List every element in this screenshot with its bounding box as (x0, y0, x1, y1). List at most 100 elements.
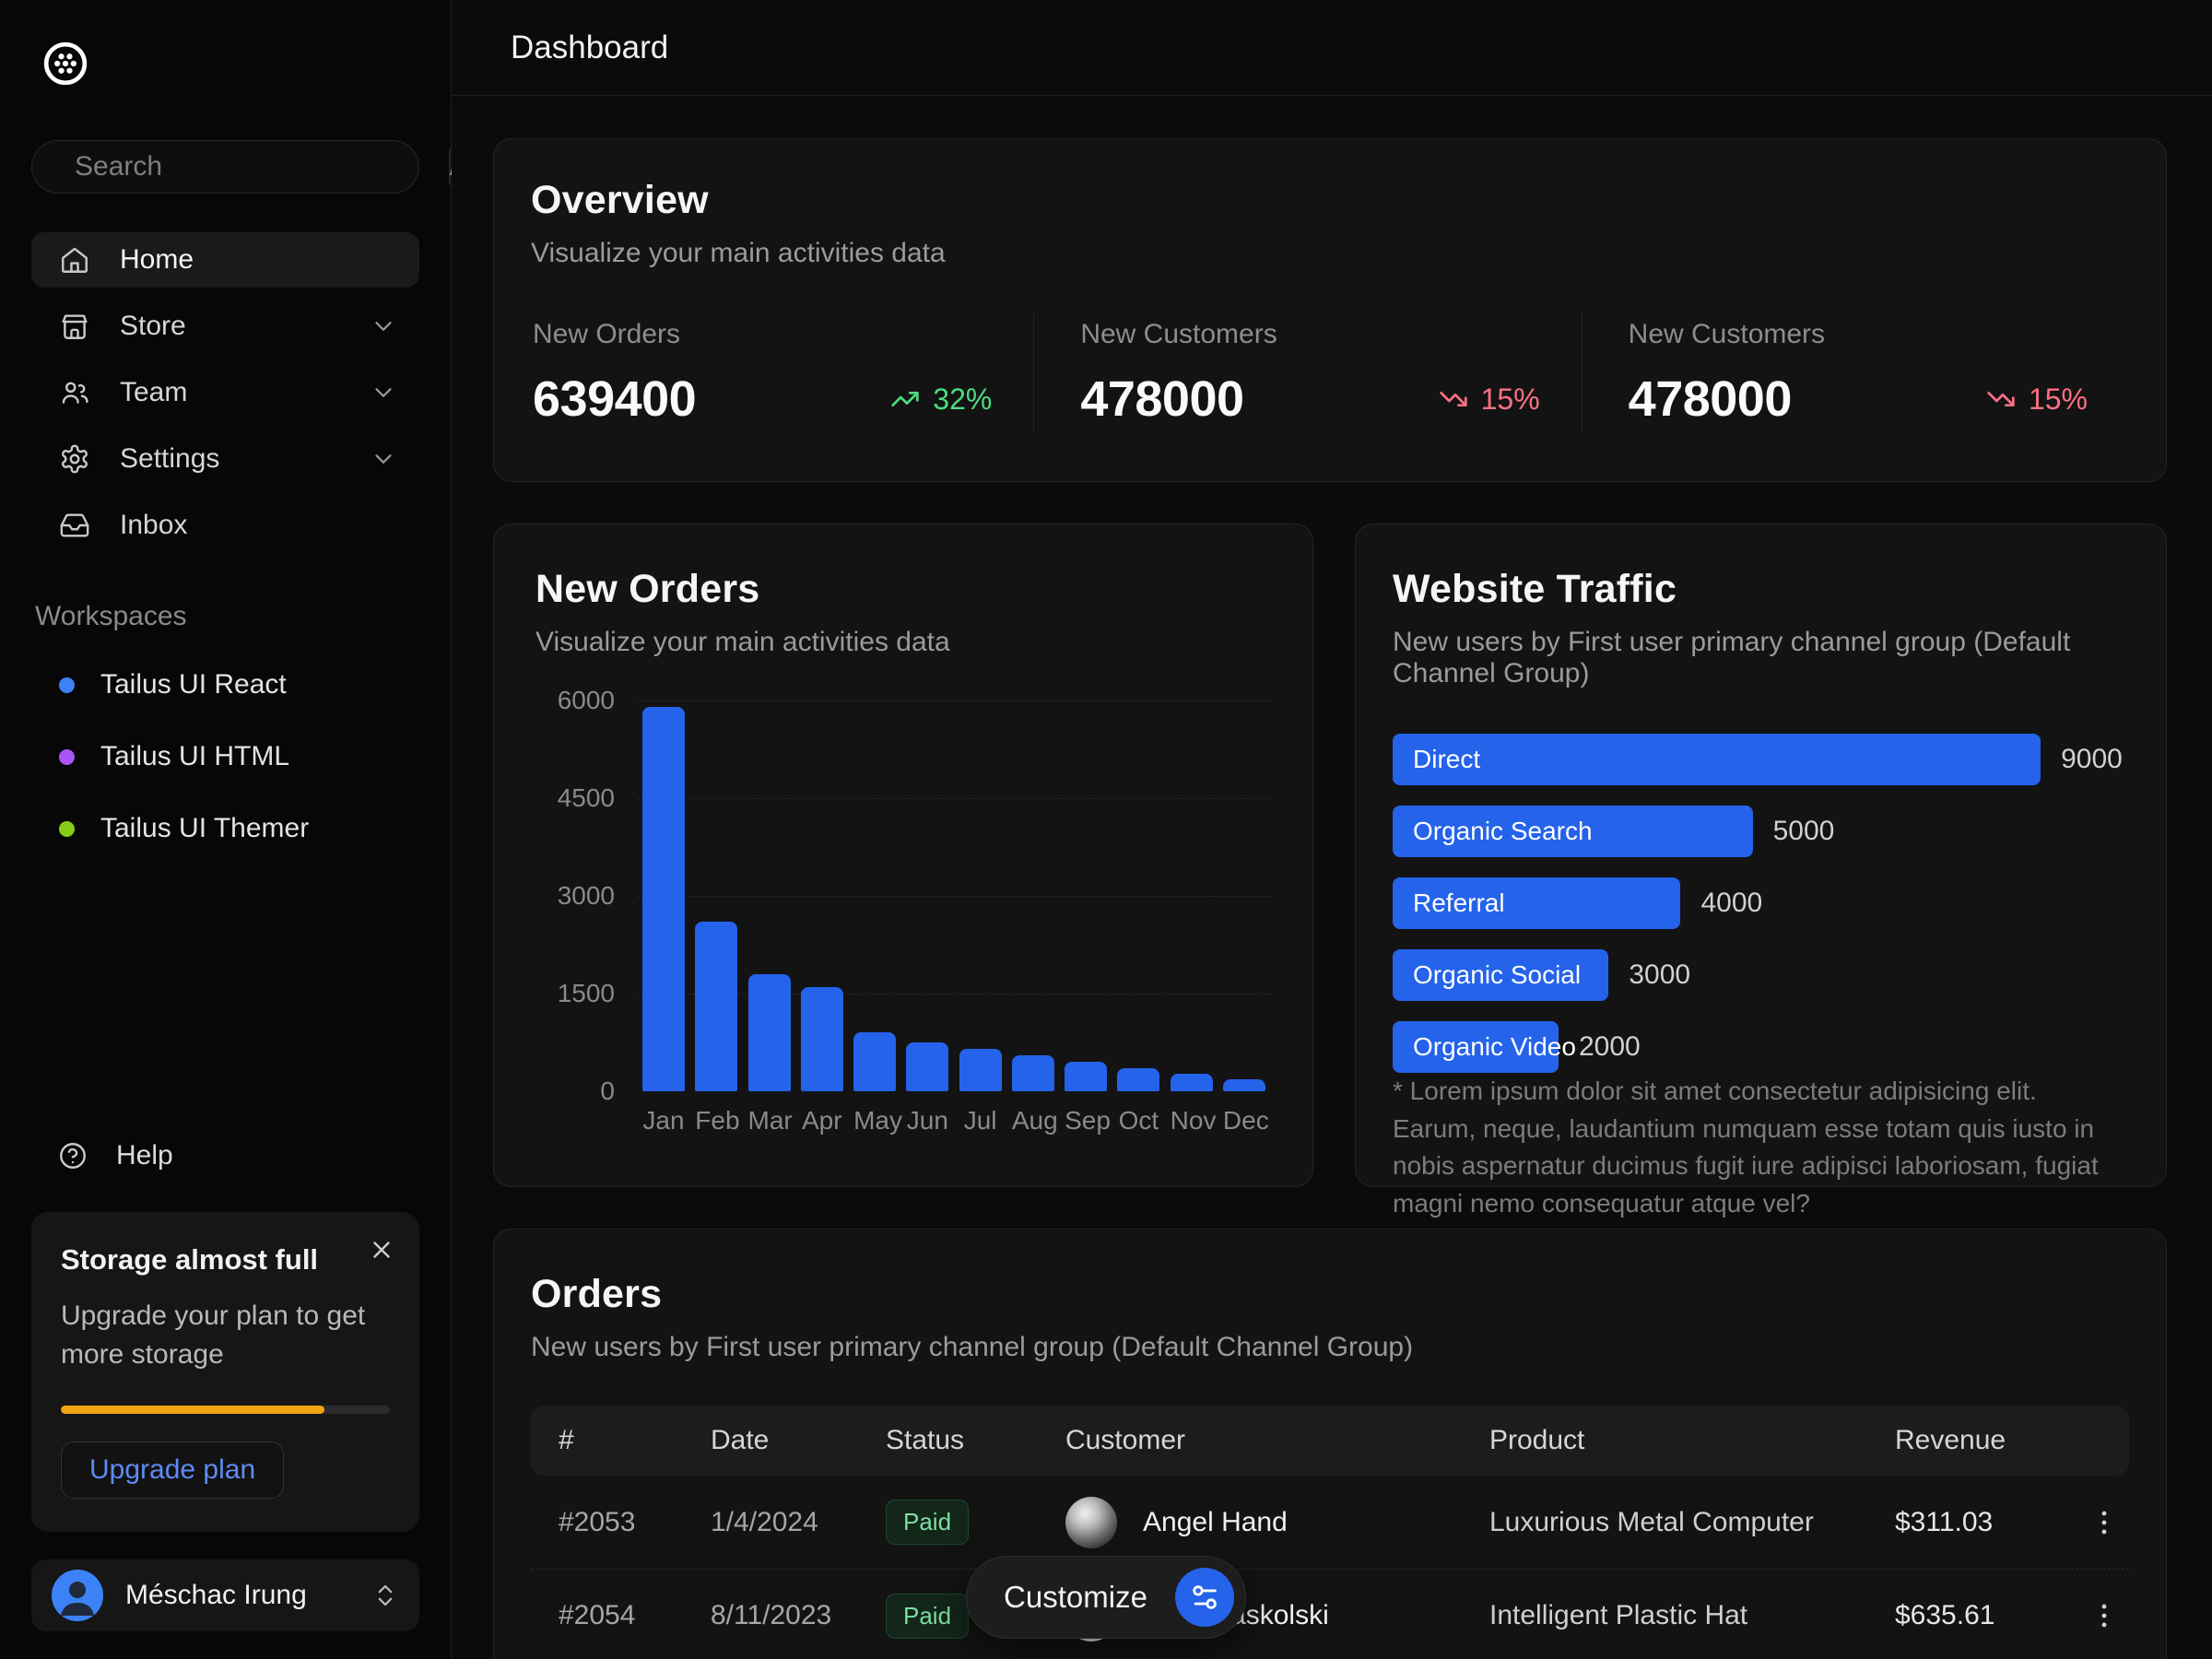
help-link[interactable]: Help (31, 1140, 419, 1171)
sliders-icon (1175, 1568, 1234, 1627)
upgrade-plan-button[interactable]: Upgrade plan (61, 1441, 284, 1499)
table-header: # Date Status Customer Product Revenue (531, 1406, 2129, 1476)
workspace-item-tailus-ui-html[interactable]: Tailus UI HTML (31, 741, 419, 772)
chart-title: New Orders (535, 567, 1271, 612)
workspace-color-dot (59, 821, 75, 837)
sidebar-item-label: Store (120, 311, 186, 342)
y-tick-label: 3000 (558, 881, 615, 911)
sidebar-item-label: Team (120, 377, 187, 408)
bar-organic-video: Organic Video (1393, 1021, 1559, 1073)
stat-delta-down: 15% (1986, 382, 2088, 417)
stat-new-customers-2: New Customers 478000 15% (1582, 313, 2129, 433)
orders-title: Orders (531, 1272, 2129, 1317)
bar-oct (1117, 1068, 1159, 1091)
sidebar-item-store[interactable]: Store (31, 299, 419, 354)
workspace-color-dot (59, 749, 75, 765)
user-menu[interactable]: Méschac Irung (31, 1559, 419, 1631)
sidebar-item-label: Settings (120, 443, 219, 475)
chevron-down-icon (370, 445, 397, 473)
traffic-row: Organic Video2000 (1393, 1021, 2129, 1073)
chart-footnote: * Lorem ipsum dolor sit amet consectetur… (1393, 1073, 2129, 1222)
sidebar-item-inbox[interactable]: Inbox (31, 498, 419, 553)
customer-name: Angel Hand (1143, 1507, 1288, 1538)
storage-progress-track (61, 1406, 390, 1414)
table-row[interactable]: #2053 1/4/2024 Paid Angel Hand Luxurious… (531, 1476, 2129, 1569)
traffic-row: Organic Social 3000 (1393, 949, 2129, 1001)
inbox-icon (59, 510, 90, 541)
x-tick-label: Nov (1171, 1106, 1213, 1135)
workspace-item-tailus-ui-themer[interactable]: Tailus UI Themer (31, 813, 419, 844)
order-date: 1/4/2024 (711, 1507, 886, 1538)
search-box[interactable]: / (31, 140, 419, 194)
x-tick-label: Jun (906, 1106, 948, 1135)
bar-value-label: 3000 (1629, 959, 1690, 991)
avatar (52, 1570, 103, 1621)
bar-may (853, 1032, 896, 1091)
y-tick-label: 0 (600, 1077, 615, 1106)
bar-mar (748, 974, 791, 1091)
stat-label: New Orders (533, 319, 992, 350)
bar-organic-social: Organic Social (1393, 949, 1608, 1001)
storage-progress-fill (61, 1406, 324, 1414)
stat-label: New Customers (1080, 319, 1539, 350)
status-badge: Paid (886, 1594, 969, 1639)
bar-jan (642, 707, 685, 1091)
col-revenue: Revenue (1895, 1425, 2079, 1456)
workspace-label: Tailus UI React (100, 669, 287, 700)
overview-stats: New Orders 639400 32% New Customers 4780… (531, 313, 2129, 433)
team-icon (59, 377, 90, 408)
stat-new-customers-1: New Customers 478000 15% (1033, 313, 1581, 433)
bar-jul (959, 1049, 1002, 1091)
chart-subtitle: New users by First user primary channel … (1393, 627, 2129, 689)
trending-down-icon (1439, 384, 1468, 414)
workspace-label: Tailus UI Themer (100, 813, 309, 844)
workspace-color-dot (59, 677, 75, 693)
row-menu-icon[interactable] (2079, 1591, 2129, 1641)
stat-label: New Customers (1629, 319, 2088, 350)
close-icon[interactable] (368, 1236, 395, 1264)
storage-alert-card: Storage almost full Upgrade your plan to… (31, 1212, 419, 1532)
avatar (1065, 1497, 1117, 1548)
customize-label: Customize (1004, 1580, 1147, 1615)
traffic-row: Direct9000 (1393, 734, 2129, 785)
y-tick-label: 4500 (558, 783, 615, 813)
plot-area (637, 700, 1271, 1091)
table-row[interactable]: #2054 8/11/2023 Paid Lucia Jaskolski Int… (531, 1569, 2129, 1659)
overview-subtitle: Visualize your main activities data (531, 238, 2129, 269)
page-title: Dashboard (511, 29, 668, 66)
overview-title: Overview (531, 178, 2129, 223)
horizontal-bar-chart: Direct9000Organic Search5000Referral4000… (1393, 734, 2129, 1073)
search-input[interactable] (75, 151, 430, 182)
storage-alert-body: Upgrade your plan to get more storage (61, 1297, 390, 1374)
workspaces-list: Tailus UI React Tailus UI HTML Tailus UI… (31, 669, 419, 844)
x-tick-label: Jul (959, 1106, 1002, 1135)
bar-sep (1065, 1062, 1107, 1091)
brand-logo[interactable] (42, 41, 419, 87)
home-icon (59, 244, 90, 276)
dashboard-content: Overview Visualize your main activities … (452, 96, 2212, 1659)
product-name: Luxurious Metal Computer (1489, 1507, 1895, 1538)
orders-subtitle: New users by First user primary channel … (531, 1332, 2129, 1363)
x-tick-label: Jan (642, 1106, 685, 1135)
sidebar-item-settings[interactable]: Settings (31, 431, 419, 487)
chart-subtitle: Visualize your main activities data (535, 627, 1271, 658)
orders-card: Orders New users by First user primary c… (493, 1229, 2167, 1659)
x-tick-label: Aug (1012, 1106, 1054, 1135)
settings-icon (59, 443, 90, 475)
workspaces-heading: Workspaces (35, 601, 419, 632)
workspace-item-tailus-ui-react[interactable]: Tailus UI React (31, 669, 419, 700)
help-icon (57, 1140, 88, 1171)
customize-button[interactable]: Customize (966, 1556, 1246, 1639)
brand-logo-icon (42, 41, 88, 87)
status-badge: Paid (886, 1500, 969, 1545)
bar-chart: 60004500300015000 JanFebMarAprMayJunJulA… (535, 700, 1271, 1135)
trending-up-icon (890, 384, 920, 414)
page-header: Dashboard (452, 0, 2212, 96)
row-menu-icon[interactable] (2079, 1498, 2129, 1547)
bar-aug (1012, 1055, 1054, 1091)
sidebar-item-home[interactable]: Home (31, 232, 419, 288)
x-axis-labels: JanFebMarAprMayJunJulAugSepOctNovDec (637, 1106, 1271, 1135)
bar-referral: Referral (1393, 877, 1680, 929)
sidebar-item-team[interactable]: Team (31, 365, 419, 420)
chevron-down-icon (370, 379, 397, 406)
